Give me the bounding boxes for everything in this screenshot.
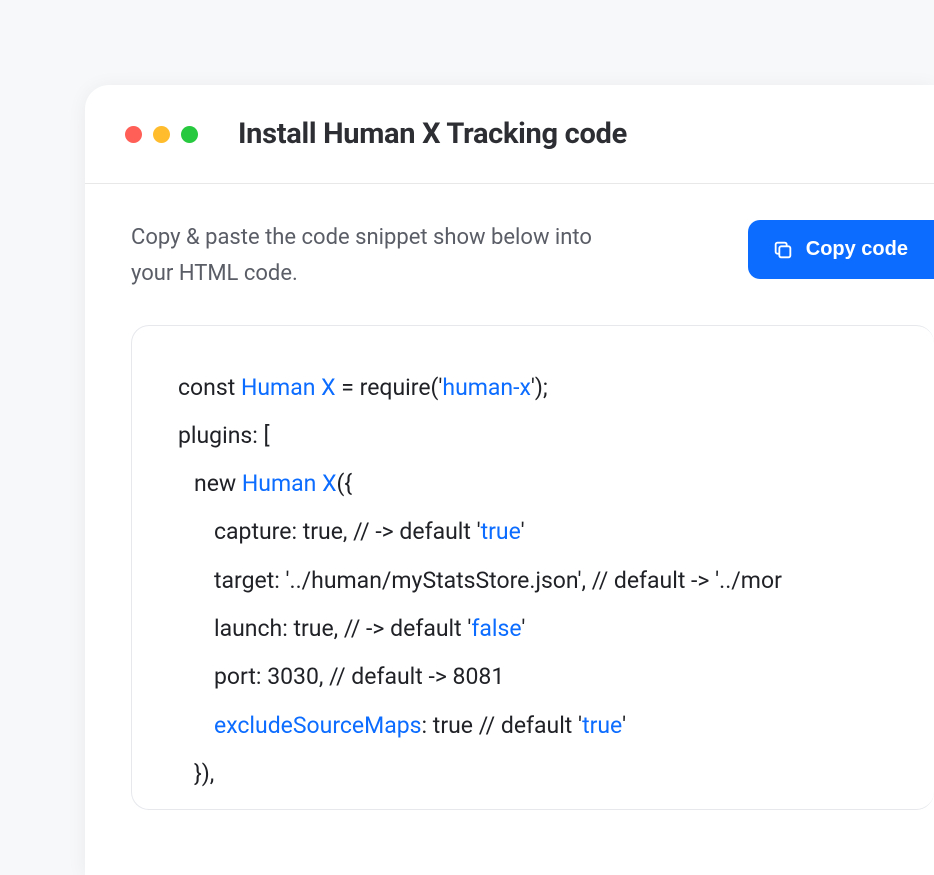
minimize-window-button[interactable]: [153, 126, 170, 143]
code-line: launch: true, // -> default 'false': [178, 605, 934, 653]
maximize-window-button[interactable]: [181, 126, 198, 143]
titlebar: Install Human X Tracking code: [85, 85, 934, 184]
content-area: Copy & paste the code snippet show below…: [85, 184, 934, 810]
code-line: excludeSourceMaps: true // default 'true…: [178, 702, 934, 750]
code-line: const Human X = require('human-x');: [178, 364, 934, 412]
copy-icon: [772, 239, 794, 261]
instruction-row: Copy & paste the code snippet show below…: [131, 220, 934, 293]
code-line: }),: [178, 750, 934, 798]
code-line: capture: true, // -> default 'true': [178, 508, 934, 556]
instruction-text: Copy & paste the code snippet show below…: [131, 220, 611, 293]
close-window-button[interactable]: [125, 126, 142, 143]
copy-button-label: Copy code: [806, 238, 908, 261]
app-window: Install Human X Tracking code Copy & pas…: [85, 85, 934, 875]
copy-code-button[interactable]: Copy code: [748, 220, 934, 279]
traffic-lights: [125, 126, 198, 143]
code-line: port: 3030, // default -> 8081: [178, 653, 934, 701]
code-line: target: '../human/myStatsStore.json', //…: [178, 557, 934, 605]
code-block: const Human X = require('human-x'); plug…: [131, 325, 934, 810]
code-line: new Human X({: [178, 460, 934, 508]
code-line: plugins: [: [178, 412, 934, 460]
window-title: Install Human X Tracking code: [238, 117, 627, 151]
